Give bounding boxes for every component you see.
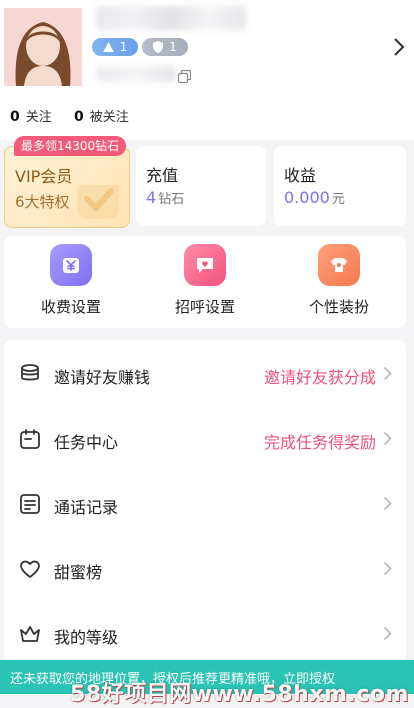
avatar[interactable] [4, 8, 82, 86]
income-unit: 元 [331, 192, 345, 207]
level-badge-2-value: 1 [169, 40, 177, 54]
followers-stat[interactable]: 0 被关注 [74, 106, 129, 125]
chevron-right-icon [383, 496, 392, 511]
menu-item-my-level[interactable]: 我的等级 [4, 602, 406, 666]
menu-item-invite-label: 邀请好友赚钱 [54, 368, 151, 387]
recharge-title: 充值 [146, 166, 179, 185]
chevron-right-icon[interactable] [392, 36, 406, 58]
vip-title: VIP会员 [15, 167, 73, 186]
level-badge-2: 1 [142, 38, 188, 56]
level-badge-1: 1 [92, 38, 138, 56]
vip-card[interactable]: VIP会员 6大特权 [4, 146, 130, 228]
nickname-blurred [96, 6, 246, 30]
income-card[interactable]: 收益 0.000 元 [274, 146, 406, 226]
calendar-icon [20, 429, 40, 449]
chevron-right-icon [383, 626, 392, 641]
heart-icon [20, 560, 40, 578]
recharge-unit: 钻石 [158, 192, 185, 207]
list-doc-icon [20, 494, 40, 514]
yen-bag-icon [50, 244, 92, 286]
triangle-icon [102, 42, 114, 52]
following-count: 0 [10, 109, 20, 125]
menu-item-call-records[interactable]: 通话记录 [4, 472, 406, 536]
following-label: 关注 [25, 110, 52, 125]
chevron-right-icon [383, 366, 392, 381]
outfit-icon [318, 244, 360, 286]
menu-item-sweet-rank-label: 甜蜜榜 [54, 563, 103, 582]
menu-item-sweet-rank[interactable]: 甜蜜榜 [4, 537, 406, 601]
vip-subtitle: 6大特权 [15, 193, 70, 211]
income-value: 0.000 [284, 188, 330, 207]
menu-item-task-center[interactable]: 任务中心 完成任务得奖励 [4, 407, 406, 471]
income-balance: 0.000 元 [284, 188, 345, 207]
shield-icon [153, 41, 164, 53]
recharge-value: 4 [146, 188, 157, 207]
shortcut-fee-settings[interactable]: 收费设置 [16, 244, 126, 317]
vip-promo-badge: 最多领14300钻石 [14, 136, 127, 156]
chat-heart-icon [184, 244, 226, 286]
crown-icon [20, 626, 40, 642]
coins-stack-icon [21, 364, 39, 381]
menu-item-my-level-label: 我的等级 [54, 628, 119, 647]
chevron-right-icon [383, 431, 392, 446]
site-watermark: 58好项目网www.58hxm.com [70, 682, 409, 707]
chevron-right-icon [383, 561, 392, 576]
copy-icon[interactable] [178, 70, 191, 83]
recharge-card[interactable]: 充值 4 钻石 [136, 146, 266, 226]
shortcut-dress-up-label: 个性装扮 [308, 298, 369, 316]
menu-item-invite[interactable]: 邀请好友赚钱 邀请好友获分成 [4, 342, 406, 406]
close-icon[interactable] [388, 8, 406, 26]
shortcut-dress-up[interactable]: 个性装扮 [284, 244, 394, 317]
level-badge-1-value: 1 [119, 40, 128, 54]
menu-list: 邀请好友赚钱 邀请好友获分成 任务中心 完成任务得奖励 通话记录 甜蜜榜 我的等… [4, 340, 406, 670]
shortcuts-panel: 收费设置 招呼设置 个性装扮 [4, 236, 406, 328]
menu-item-call-records-label: 通话记录 [54, 498, 119, 517]
vip-check-icon [77, 185, 119, 219]
user-id-blurred [96, 66, 176, 82]
income-title: 收益 [284, 166, 317, 185]
shortcut-greeting-settings-label: 招呼设置 [174, 298, 235, 316]
following-stat[interactable]: 0 关注 [10, 106, 52, 125]
avatar-image-icon [4, 8, 82, 86]
menu-item-task-center-hint: 完成任务得奖励 [263, 433, 376, 452]
recharge-balance: 4 钻石 [146, 188, 184, 207]
menu-item-task-center-label: 任务中心 [54, 433, 119, 452]
followers-count: 0 [74, 109, 84, 125]
shortcut-fee-settings-label: 收费设置 [40, 298, 101, 316]
shortcut-greeting-settings[interactable]: 招呼设置 [150, 244, 260, 317]
followers-label: 被关注 [89, 110, 129, 125]
menu-item-invite-hint: 邀请好友获分成 [263, 368, 376, 387]
